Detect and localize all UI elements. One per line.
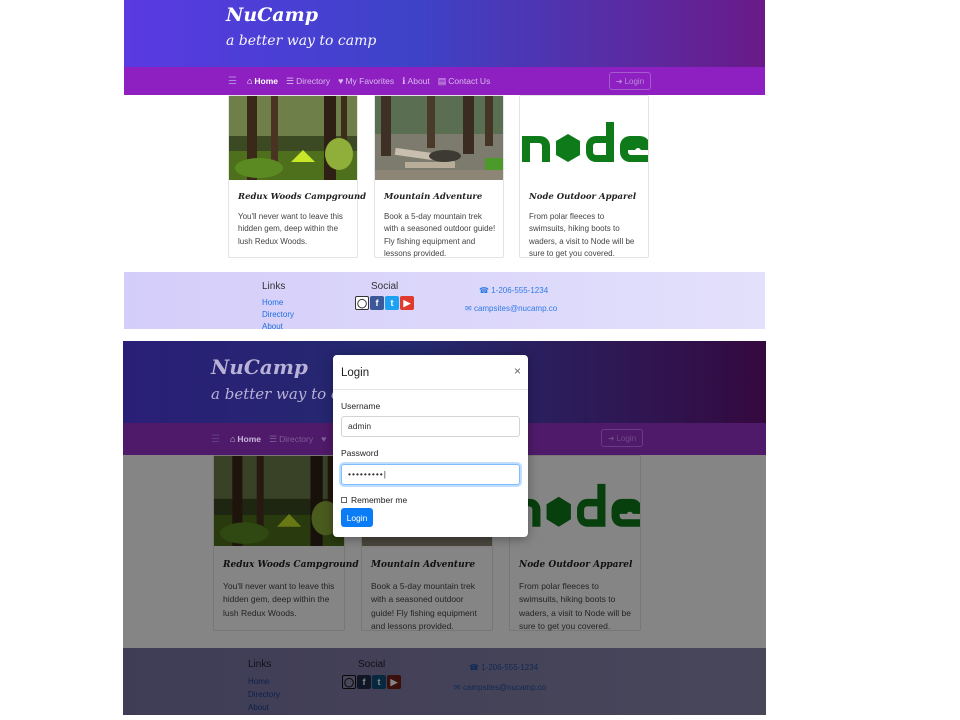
username-label: Username bbox=[341, 401, 381, 411]
nav-item-favorites[interactable]: ♥ My Favorites bbox=[338, 76, 394, 86]
card-campground[interactable]: Redux Woods Campground You'll never want… bbox=[228, 95, 367, 258]
navbar-toggler-icon[interactable]: ☰ bbox=[228, 76, 237, 87]
login-button-label: Login bbox=[616, 433, 637, 443]
password-input[interactable]: •••••••••| bbox=[341, 464, 520, 485]
footer-social-heading: Social bbox=[371, 281, 399, 292]
card-row: Redux Woods Campground You'll never want… bbox=[124, 95, 765, 272]
card-title: Mountain Adventure bbox=[384, 192, 483, 202]
card-title: Redux Woods Campground bbox=[238, 192, 367, 202]
home-icon: ⌂ bbox=[229, 434, 236, 444]
address-card-icon: ▤ bbox=[437, 75, 447, 86]
username-input[interactable]: admin bbox=[341, 416, 520, 437]
footer-phone[interactable]: ☎ 1-206-555-1234 bbox=[479, 286, 548, 295]
homepage-screenshot: NuCamp a better way to camp ☰ ⌂ Home ☰ D… bbox=[124, 0, 765, 329]
navbar-login-button[interactable]: ➜ Login bbox=[609, 72, 651, 90]
login-modal: Login × Username admin Password ••••••••… bbox=[333, 355, 528, 537]
navbar-login-button[interactable]: ➜ Login bbox=[601, 429, 643, 447]
home-icon: ⌂ bbox=[246, 76, 253, 86]
card-text: Book a 5-day mountain trek with a season… bbox=[384, 212, 496, 259]
nav-item-about[interactable]: ℹ About bbox=[402, 76, 430, 87]
footer-link-directory[interactable]: Directory bbox=[262, 310, 294, 319]
node-logo-image bbox=[520, 96, 648, 180]
navbar: ☰ ⌂ Home ☰ Directory ♥ My Favorites ℹ Ab… bbox=[124, 67, 765, 95]
nav-item-favorites[interactable]: ♥ bbox=[321, 434, 326, 444]
card-title: Node Outdoor Apparel bbox=[529, 192, 637, 202]
nav-item-home[interactable]: ⌂ Home bbox=[247, 76, 278, 86]
jumbotron: NuCamp a better way to camp bbox=[124, 0, 765, 67]
instagram-icon[interactable]: ◯ bbox=[355, 296, 369, 310]
card-mountain-adventure[interactable]: Mountain Adventure Book a 5-day mountain… bbox=[374, 95, 504, 258]
mountain-adventure-image bbox=[375, 96, 503, 180]
footer-phone-text: 1-206-555-1234 bbox=[491, 286, 549, 295]
card-node-apparel[interactable]: Node Outdoor Apparel From polar fleeces … bbox=[519, 95, 649, 258]
list-icon: ☰ bbox=[269, 433, 278, 444]
password-label: Password bbox=[341, 448, 379, 458]
phone-icon: ☎ bbox=[479, 286, 489, 295]
twitter-icon[interactable]: t bbox=[385, 296, 399, 310]
footer: Links Home Directory About Social ◯ f t … bbox=[124, 272, 765, 329]
nav-item-label: Home bbox=[254, 76, 279, 86]
remember-me-label: Remember me bbox=[351, 495, 408, 505]
nav-item-contact[interactable]: ▤ Contact Us bbox=[438, 76, 491, 87]
sign-in-icon: ➜ bbox=[615, 76, 623, 86]
social-icons: ◯ f t ▶ bbox=[355, 296, 414, 310]
brand-title: NuCamp bbox=[226, 4, 319, 26]
card-text: From polar fleeces to swimsuits, hiking … bbox=[529, 212, 635, 259]
modal-title: Login bbox=[341, 367, 370, 379]
brand-title: NuCamp bbox=[211, 355, 308, 379]
login-modal-screenshot: NuCamp a better way to camp ☰ ⌂ Home ☰ D… bbox=[123, 341, 766, 715]
facebook-icon[interactable]: f bbox=[370, 296, 384, 310]
footer-email[interactable]: ✉ campsites@nucamp.co bbox=[465, 304, 557, 313]
youtube-icon[interactable]: ▶ bbox=[400, 296, 414, 310]
campground-image bbox=[229, 96, 357, 180]
nav-item-label: About bbox=[407, 76, 430, 86]
nav-item-directory[interactable]: ☰ Directory bbox=[286, 76, 330, 87]
card-text: You'll never want to leave this hidden g… bbox=[238, 212, 343, 246]
footer-email-text: campsites@nucamp.co bbox=[473, 304, 558, 313]
nav-item-label: Home bbox=[237, 434, 262, 444]
nav-item-label: My Favorites bbox=[345, 76, 395, 86]
nav-item-directory[interactable]: ☰ Directory bbox=[269, 434, 313, 445]
heart-icon: ♥ bbox=[321, 434, 327, 444]
navbar-toggler-icon[interactable]: ☰ bbox=[211, 434, 220, 445]
nav-item-label: Directory bbox=[296, 76, 331, 86]
footer-link-home[interactable]: Home bbox=[262, 298, 283, 307]
login-button-label: Login bbox=[624, 76, 645, 86]
login-submit-button[interactable]: Login bbox=[341, 508, 373, 527]
nav-item-label: Directory bbox=[279, 434, 314, 444]
modal-divider bbox=[333, 389, 528, 390]
brand-subtitle: a better way to camp bbox=[226, 33, 377, 49]
nav-item-home[interactable]: ⌂ Home bbox=[230, 434, 261, 444]
footer-link-about[interactable]: About bbox=[262, 322, 283, 329]
sign-in-icon: ➜ bbox=[607, 433, 615, 443]
footer-links-heading: Links bbox=[262, 281, 286, 292]
close-icon[interactable]: × bbox=[514, 364, 521, 378]
remember-me-checkbox[interactable] bbox=[341, 497, 347, 503]
info-icon: ℹ bbox=[402, 75, 406, 86]
nav-item-label: Contact Us bbox=[448, 76, 491, 86]
list-icon: ☰ bbox=[286, 75, 295, 86]
heart-icon: ♥ bbox=[338, 76, 344, 86]
envelope-icon: ✉ bbox=[465, 304, 472, 313]
